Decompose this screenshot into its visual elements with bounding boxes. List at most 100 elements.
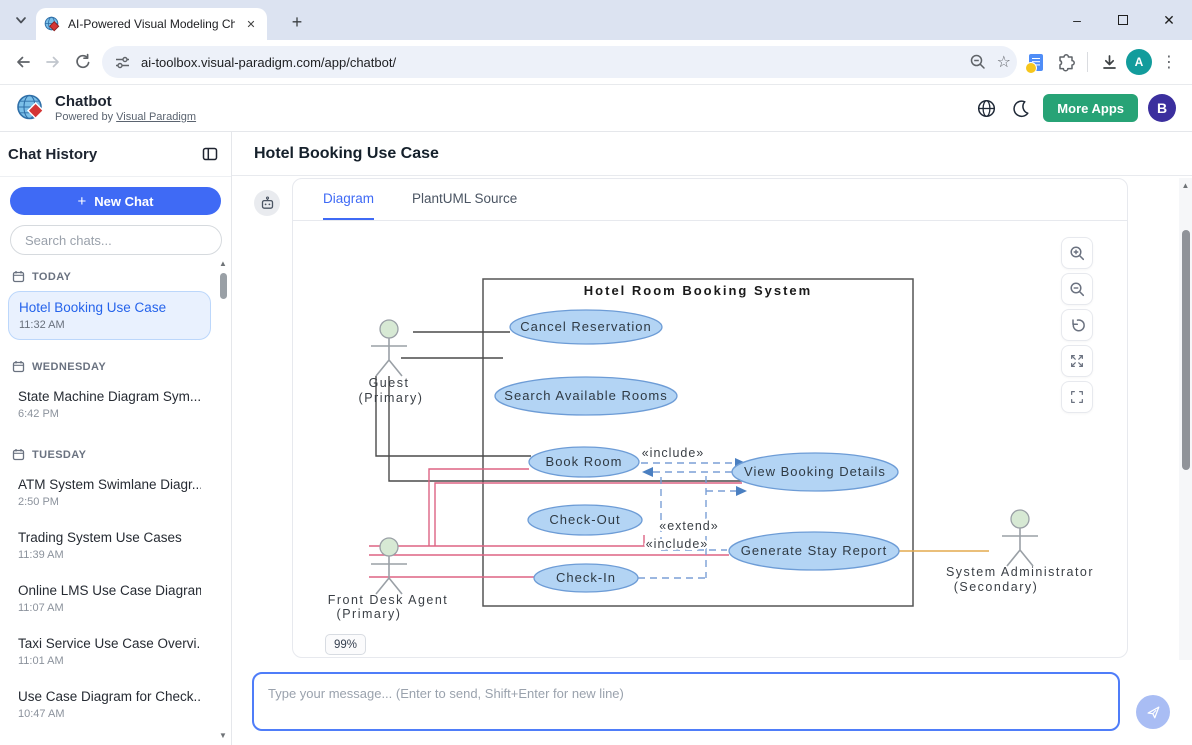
maximize-icon — [1118, 15, 1128, 25]
diagram-controls — [1061, 237, 1093, 413]
chat-item-selected[interactable]: Hotel Booking Use Case 11:32 AM — [8, 291, 211, 340]
paper-plane-icon — [1145, 704, 1161, 720]
window-controls: – ✕ — [1054, 0, 1192, 40]
chat-item[interactable]: Use Case Diagram for Check... 10:47 AM — [8, 681, 211, 728]
search-chats-input[interactable] — [10, 225, 222, 255]
toolbar-divider — [1087, 52, 1088, 72]
actor-guest[interactable]: Guest (Primary) — [359, 320, 424, 405]
window-close-button[interactable]: ✕ — [1146, 0, 1192, 40]
app-title: Chatbot — [55, 93, 196, 110]
include-label: «include» — [642, 446, 705, 460]
plus-icon: + — [78, 193, 87, 210]
use-case-search-available-rooms[interactable]: Search Available Rooms — [495, 377, 677, 415]
chat-item[interactable]: Taxi Service Use Case Overvi... 11:01 AM — [8, 628, 211, 675]
window-minimize-button[interactable]: – — [1054, 0, 1100, 40]
tab-plantuml-source[interactable]: PlantUML Source — [412, 179, 517, 220]
new-tab-button[interactable]: + — [283, 8, 311, 36]
tab-diagram[interactable]: Diagram — [323, 179, 374, 220]
extensions-puzzle-icon[interactable] — [1051, 47, 1081, 77]
use-case-book-room[interactable]: Book Room — [529, 447, 639, 477]
svg-text:Check-In: Check-In — [556, 570, 616, 585]
main-panel: Hotel Booking Use Case Diagram PlantUML … — [232, 132, 1192, 745]
browser-profile-avatar[interactable]: A — [1124, 47, 1154, 77]
chat-item[interactable]: ATM System Swimlane Diagr... 2:50 PM — [8, 469, 211, 516]
tab-search-chevron-icon[interactable] — [10, 9, 32, 31]
tab-favicon-vp-logo — [44, 16, 60, 32]
bot-avatar — [254, 190, 280, 216]
window-maximize-button[interactable] — [1100, 0, 1146, 40]
chat-item[interactable]: Trading System Use Cases 11:39 AM — [8, 522, 211, 569]
tab-close-icon[interactable]: ✕ — [243, 16, 259, 32]
downloads-button[interactable] — [1094, 47, 1124, 77]
visual-paradigm-link[interactable]: Visual Paradigm — [116, 111, 196, 123]
address-bar[interactable]: ai-toolbox.visual-paradigm.com/app/chatb… — [102, 46, 1017, 78]
scroll-up-icon[interactable]: ▲ — [1182, 181, 1190, 190]
zoom-out-button[interactable] — [1061, 273, 1093, 305]
use-case-cancel-reservation[interactable]: Cancel Reservation — [510, 310, 662, 344]
bookmark-star-icon[interactable]: ☆ — [997, 52, 1011, 72]
svg-text:View Booking Details: View Booking Details — [744, 464, 886, 479]
page-scrollbar[interactable]: ▲ — [1179, 178, 1192, 660]
extend-label: «extend» — [659, 519, 718, 533]
calendar-icon — [12, 270, 25, 283]
svg-text:Check-Out: Check-Out — [549, 512, 620, 527]
chat-item[interactable]: State Machine Diagram Sym... 6:42 PM — [8, 381, 211, 428]
use-case-check-in[interactable]: Check-In — [534, 564, 638, 592]
zoom-in-button[interactable] — [1061, 237, 1093, 269]
svg-text:Search Available Rooms: Search Available Rooms — [504, 388, 667, 403]
svg-text:(Primary): (Primary) — [337, 607, 402, 621]
section-today: TODAY — [12, 270, 211, 283]
language-globe-icon[interactable] — [969, 91, 1003, 125]
sidebar-title: Chat History — [8, 146, 97, 163]
url-text[interactable]: ai-toolbox.visual-paradigm.com/app/chatb… — [141, 55, 959, 70]
sidebar-scrollbar[interactable]: ▲ ▼ — [218, 259, 228, 741]
svg-text:Front Desk Agent: Front Desk Agent — [328, 593, 449, 607]
forward-button[interactable] — [38, 47, 68, 77]
use-case-diagram-canvas[interactable]: Hotel Room Booking System — [301, 221, 1101, 651]
browser-tab[interactable]: AI-Powered Visual Modeling Ch ✕ — [36, 8, 267, 40]
chat-list: TODAY Hotel Booking Use Case 11:32 AM WE… — [0, 255, 231, 745]
zoom-level-badge: 99% — [325, 634, 366, 655]
calendar-icon — [12, 448, 25, 461]
more-apps-button[interactable]: More Apps — [1043, 94, 1138, 122]
user-avatar[interactable]: B — [1148, 94, 1176, 122]
system-boundary-title: Hotel Room Booking System — [584, 283, 812, 298]
fullscreen-button[interactable] — [1061, 381, 1093, 413]
browser-menu-kebab-icon[interactable]: ⋮ — [1154, 47, 1184, 77]
use-case-view-booking-details[interactable]: View Booking Details — [732, 453, 898, 491]
calendar-icon — [12, 360, 25, 373]
dark-mode-moon-icon[interactable] — [1003, 91, 1037, 125]
sidebar-scrollbar-thumb[interactable] — [220, 273, 227, 299]
message-input[interactable] — [252, 672, 1120, 731]
reload-button[interactable] — [68, 47, 98, 77]
scroll-up-icon[interactable]: ▲ — [219, 259, 227, 269]
docs-extension-icon[interactable] — [1021, 47, 1051, 77]
svg-text:Guest: Guest — [369, 376, 410, 390]
page-title: Hotel Booking Use Case — [254, 145, 439, 163]
chat-history-sidebar: Chat History + New Chat TODAY Hotel Book… — [0, 132, 232, 745]
send-button[interactable] — [1136, 695, 1170, 729]
back-button[interactable] — [8, 47, 38, 77]
chat-item[interactable]: Online LMS Use Case Diagram 11:07 AM — [8, 575, 211, 622]
use-case-check-out[interactable]: Check-Out — [528, 505, 642, 535]
scroll-down-icon[interactable]: ▼ — [219, 731, 227, 741]
expand-button[interactable] — [1061, 345, 1093, 377]
use-case-generate-stay-report[interactable]: Generate Stay Report — [729, 532, 899, 570]
zoom-indicator-icon[interactable] — [969, 53, 987, 71]
reset-view-button[interactable] — [1061, 309, 1093, 341]
robot-icon — [260, 196, 275, 211]
section-tuesday: TUESDAY — [12, 448, 211, 461]
svg-text:Generate Stay Report: Generate Stay Report — [741, 543, 887, 558]
card-tabs: Diagram PlantUML Source — [293, 179, 1127, 221]
powered-by: Powered by Visual Paradigm — [55, 111, 196, 123]
section-wednesday: WEDNESDAY — [12, 360, 211, 373]
collapse-sidebar-icon[interactable] — [201, 145, 219, 163]
page-scrollbar-thumb[interactable] — [1182, 230, 1190, 470]
brand: Chatbot Powered by Visual Paradigm — [16, 93, 196, 123]
svg-text:Cancel Reservation: Cancel Reservation — [520, 319, 651, 334]
actor-front-desk-agent[interactable]: Front Desk Agent (Primary) — [328, 538, 449, 621]
site-settings-sliders-icon[interactable] — [114, 54, 131, 71]
actor-system-administrator[interactable]: System Administrator (Secondary) — [946, 510, 1094, 594]
include-label: «include» — [646, 537, 709, 551]
new-chat-button[interactable]: + New Chat — [10, 187, 221, 215]
